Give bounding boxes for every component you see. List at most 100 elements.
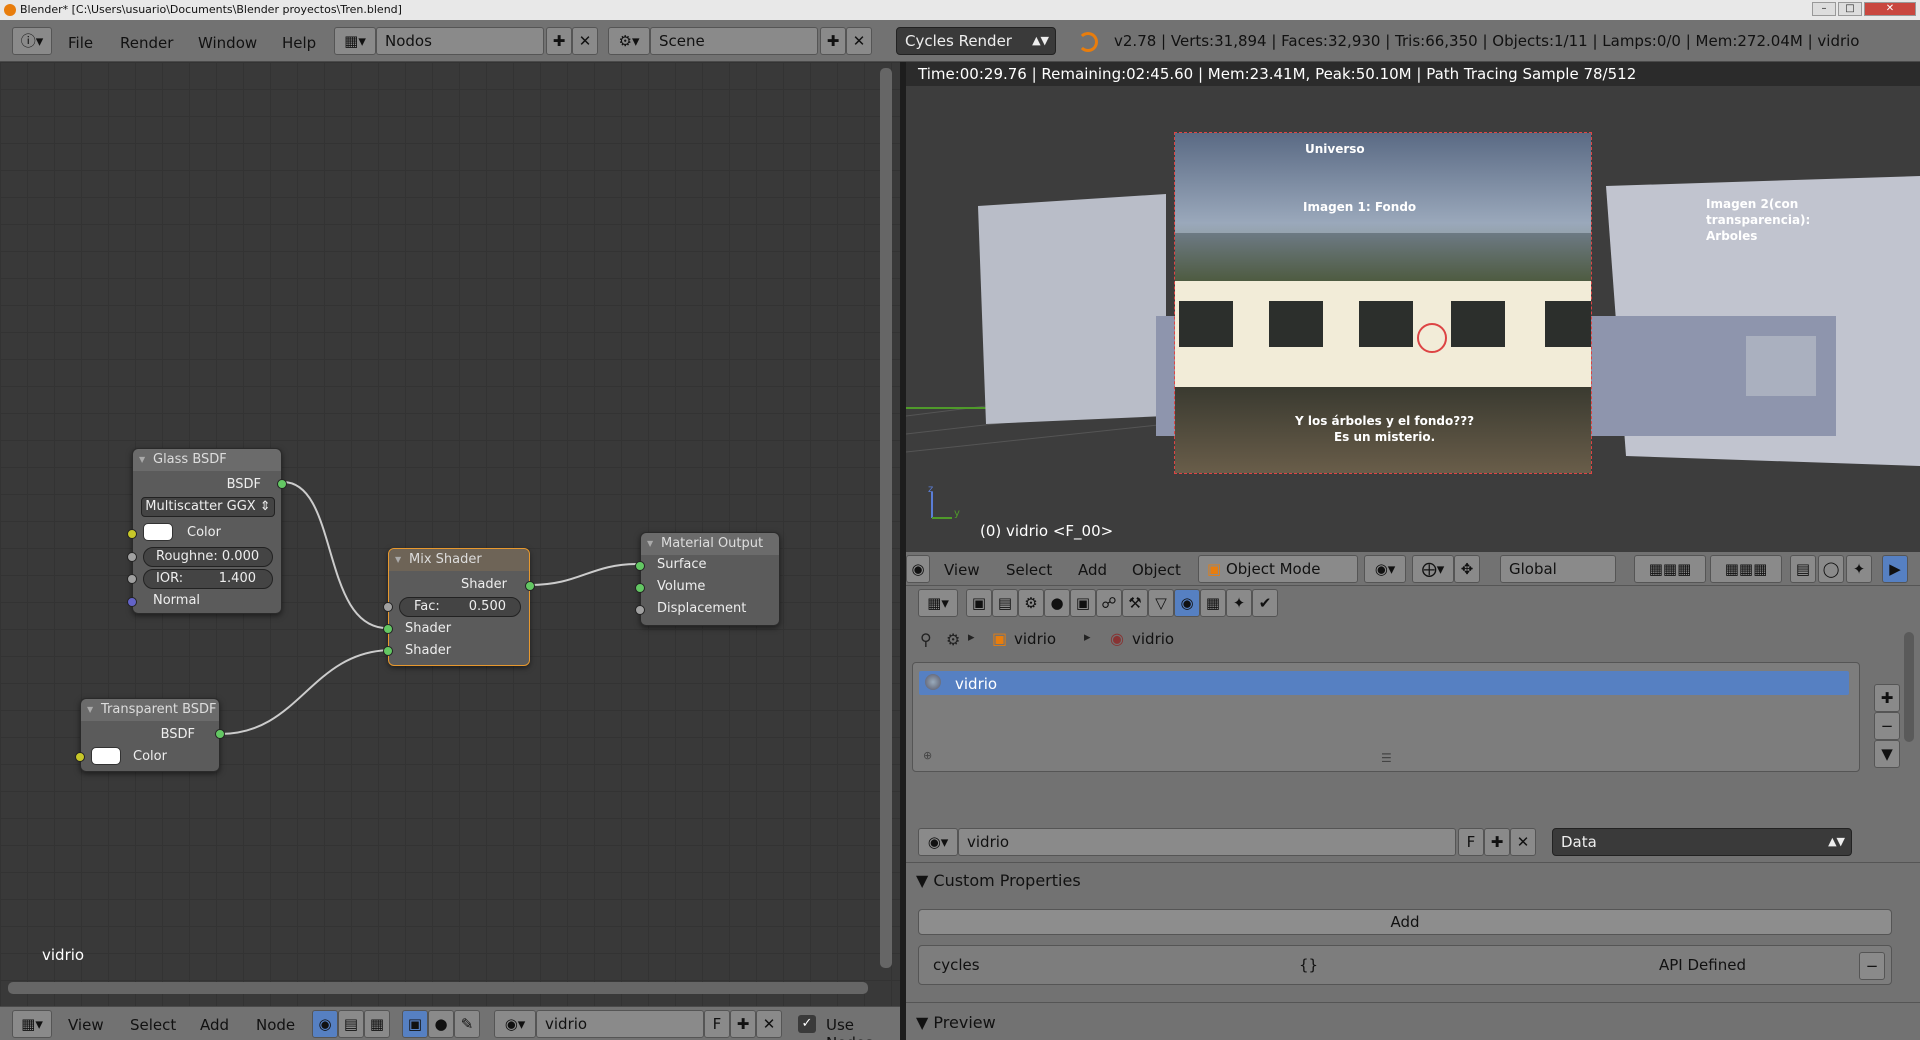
node-glass-bsdf[interactable]: Glass BSDF BSDF Multiscatter GGX ⇕ Color… <box>127 448 287 614</box>
mix-shader-input1-socket[interactable] <box>383 624 393 634</box>
distribution-select[interactable]: Multiscatter GGX ⇕ <box>141 497 275 517</box>
menu-render[interactable]: Render <box>120 34 173 52</box>
node-editor-vscrollbar[interactable] <box>880 68 892 968</box>
shader-nodes-icon[interactable]: ◉ <box>312 1010 338 1038</box>
glass-bsdf-output-socket[interactable] <box>277 479 287 489</box>
tab-render-layers-icon[interactable]: ▤ <box>992 589 1018 617</box>
add-slot-icon[interactable]: ✚ <box>1874 684 1900 712</box>
mix-shader-output-socket[interactable] <box>525 581 535 591</box>
editor-type-node-icon[interactable]: ▦▾ <box>12 1010 52 1038</box>
node-menu-select[interactable]: Select <box>130 1016 176 1034</box>
node-menu-view[interactable]: View <box>68 1016 104 1034</box>
tab-particles-icon[interactable]: ✦ <box>1226 589 1252 617</box>
compositing-nodes-icon[interactable]: ▤ <box>338 1010 364 1038</box>
scene-field[interactable]: Scene <box>650 27 818 55</box>
displacement-socket[interactable] <box>635 605 645 615</box>
tab-material-icon[interactable]: ◉ <box>1174 589 1200 617</box>
menu-file[interactable]: File <box>68 34 93 52</box>
link-mode-select[interactable]: Data ▲▼ <box>1552 828 1852 856</box>
tab-constraints-icon[interactable]: ☍ <box>1096 589 1122 617</box>
node-material-field[interactable]: vidrio <box>536 1010 704 1038</box>
render-layer-icon[interactable]: ▤ <box>1790 555 1816 583</box>
transparent-color-swatch[interactable] <box>91 747 121 765</box>
menu-window[interactable]: Window <box>198 34 257 52</box>
screen-layout-field[interactable]: Nodos <box>376 27 544 55</box>
properties-scrollbar[interactable] <box>1904 632 1914 742</box>
select-menu[interactable]: Select <box>1006 561 1052 579</box>
mode-select[interactable]: ▣ Object Mode <box>1198 555 1358 583</box>
proportional-edit-icon[interactable]: ◯ <box>1818 555 1844 583</box>
menu-help[interactable]: Help <box>282 34 316 52</box>
node-mix-shader[interactable]: Mix Shader Shader Fac: 0.500 Shader Shad… <box>383 548 535 666</box>
add-property-button[interactable]: Add <box>918 909 1892 935</box>
manipulator-icon[interactable]: ✥ <box>1454 555 1480 583</box>
screen-layout-icon[interactable]: ▦▾ <box>334 27 376 55</box>
ior-socket[interactable] <box>127 574 137 584</box>
new-material-icon[interactable]: ✚ <box>1484 828 1510 856</box>
slot-specials-icon[interactable]: ▼ <box>1874 740 1900 768</box>
tab-object-icon[interactable]: ▣ <box>1070 589 1096 617</box>
material-name-field[interactable]: vidrio <box>958 828 1456 856</box>
list-filter-icon[interactable]: ⊕ <box>923 749 932 762</box>
glass-color-swatch[interactable] <box>143 523 173 541</box>
maximize-button[interactable]: □ <box>1838 2 1862 16</box>
tab-world-icon[interactable]: ● <box>1044 589 1070 617</box>
transparent-color-socket[interactable] <box>75 752 85 762</box>
unlink-material-icon[interactable]: ✕ <box>756 1010 782 1038</box>
node-menu-node[interactable]: Node <box>256 1016 295 1034</box>
roughness-socket[interactable] <box>127 552 137 562</box>
3d-viewport[interactable]: Time:00:29.76 | Remaining:02:45.60 | Mem… <box>906 62 1920 552</box>
material-browse-icon[interactable]: ◉▾ <box>494 1010 536 1038</box>
remove-scene-icon[interactable]: ✕ <box>846 27 872 55</box>
tab-scene-icon[interactable]: ⚙ <box>1018 589 1044 617</box>
remove-slot-icon[interactable]: − <box>1874 712 1900 740</box>
node-menu-add[interactable]: Add <box>200 1016 229 1034</box>
minimize-button[interactable]: – <box>1812 2 1836 16</box>
tab-render-icon[interactable]: ▣ <box>966 589 992 617</box>
render-engine-select[interactable]: Cycles Render ▲▼ <box>896 27 1056 55</box>
editor-type-3d-icon[interactable]: ◉ <box>906 555 930 583</box>
use-nodes-checkbox[interactable]: ✓ <box>798 1015 816 1033</box>
unlink-material-icon[interactable]: ✕ <box>1510 828 1536 856</box>
list-resize-handle-icon[interactable]: ☰ <box>1381 751 1392 765</box>
layers-1-icon[interactable]: ▦▦▦ <box>1634 555 1706 583</box>
normal-socket[interactable] <box>127 597 137 607</box>
object-menu[interactable]: Object <box>1132 561 1181 579</box>
remove-layout-icon[interactable]: ✕ <box>572 27 598 55</box>
surface-socket[interactable] <box>635 561 645 571</box>
object-shader-icon[interactable]: ▣ <box>402 1010 428 1038</box>
view-menu[interactable]: View <box>944 561 980 579</box>
node-transparent-bsdf[interactable]: Transparent BSDF BSDF Color <box>75 698 225 772</box>
fac-field[interactable]: Fac: 0.500 <box>399 597 521 617</box>
texture-nodes-icon[interactable]: ▦ <box>364 1010 390 1038</box>
editor-type-info-icon[interactable]: ⓘ▾ <box>12 27 52 55</box>
add-layout-icon[interactable]: ✚ <box>546 27 572 55</box>
tab-modifiers-icon[interactable]: ⚒ <box>1122 589 1148 617</box>
tab-data-icon[interactable]: ▽ <box>1148 589 1174 617</box>
3d-cursor-icon[interactable] <box>1417 323 1447 353</box>
tab-texture-icon[interactable]: ▦ <box>1200 589 1226 617</box>
scene-icon[interactable]: ⚙▾ <box>608 27 650 55</box>
preview-header[interactable]: ▼ Preview <box>916 1013 996 1032</box>
glass-color-socket[interactable] <box>127 529 137 539</box>
material-slots-list[interactable]: vidrio ⊕ ☰ <box>912 662 1860 772</box>
fake-user-button[interactable]: F <box>704 1010 730 1038</box>
world-shader-icon[interactable]: ● <box>428 1010 454 1038</box>
add-scene-icon[interactable]: ✚ <box>820 27 846 55</box>
render-preview-icon[interactable]: ▶ <box>1882 555 1908 583</box>
tab-physics-icon[interactable]: ✔ <box>1252 589 1278 617</box>
node-editor-hscrollbar[interactable] <box>8 982 868 994</box>
add-menu[interactable]: Add <box>1078 561 1107 579</box>
remove-property-icon[interactable]: − <box>1859 952 1885 980</box>
ior-field[interactable]: IOR: 1.400 <box>143 569 273 589</box>
linestyle-shader-icon[interactable]: ✎ <box>454 1010 480 1038</box>
transparent-bsdf-output-socket[interactable] <box>215 729 225 739</box>
new-material-icon[interactable]: ✚ <box>730 1010 756 1038</box>
close-button[interactable]: ✕ <box>1864 2 1916 16</box>
custom-properties-header[interactable]: ▼ Custom Properties <box>916 871 1081 890</box>
volume-socket[interactable] <box>635 583 645 593</box>
pin-icon[interactable]: ⚲ <box>920 630 932 649</box>
snap-icon[interactable]: ✦ <box>1846 555 1872 583</box>
fac-socket[interactable] <box>383 602 393 612</box>
material-browse-icon[interactable]: ◉▾ <box>918 828 958 856</box>
